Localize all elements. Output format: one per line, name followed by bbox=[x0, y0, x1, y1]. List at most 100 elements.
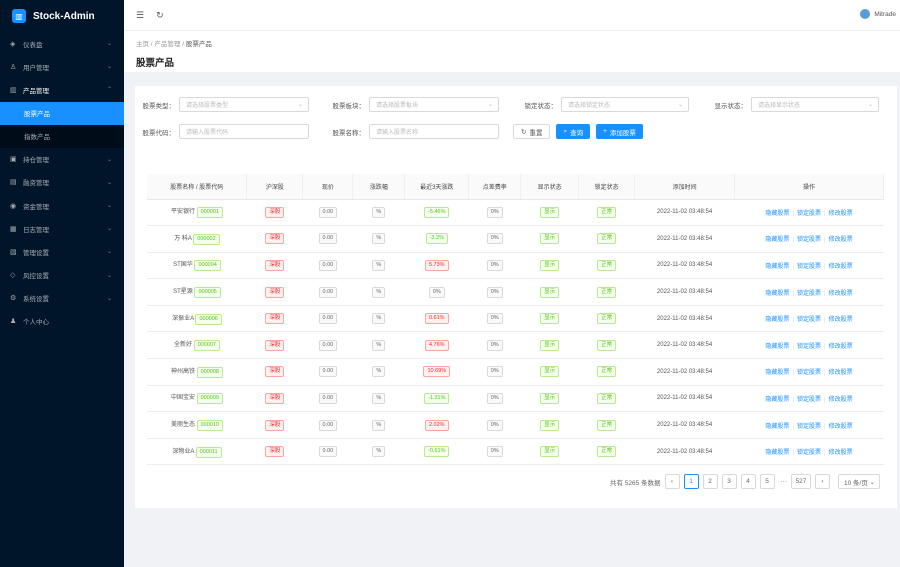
stock-name-cell: 深振业A 000006 bbox=[147, 305, 247, 333]
lock-stock-link[interactable]: 锁定股票 bbox=[797, 211, 821, 217]
actions-cell: 隐藏股票 | 锁定股票 | 修改股票 bbox=[734, 331, 884, 360]
lock-stock-link[interactable]: 锁定股票 bbox=[797, 344, 821, 350]
add-time: 2022-11-02 03:48:54 bbox=[656, 368, 713, 375]
sidebar-item[interactable]: ▦ 日志管理 ⌄ bbox=[0, 217, 124, 240]
change-tag: % bbox=[372, 286, 386, 298]
page-size-select[interactable]: 10 条/页 ⌄ bbox=[838, 474, 880, 489]
chevron-down-icon: ⌄ bbox=[106, 203, 112, 210]
lock-stock-link[interactable]: 锁定股票 bbox=[797, 237, 821, 243]
lock-stock-link[interactable]: 锁定股票 bbox=[797, 291, 821, 297]
query-label: 查询 bbox=[570, 129, 584, 137]
page-button[interactable]: 3 bbox=[721, 474, 737, 489]
hide-stock-link[interactable]: 隐藏股票 bbox=[765, 397, 789, 403]
lock-cell: 正常 bbox=[578, 438, 635, 466]
page-button[interactable]: 4 bbox=[740, 474, 756, 489]
breadcrumb-mid[interactable]: 产品管理 bbox=[154, 41, 180, 48]
breadcrumb-home[interactable]: 主页 bbox=[136, 41, 149, 48]
avatar bbox=[860, 9, 871, 19]
trend-tag: 4.76% bbox=[424, 339, 449, 351]
table-row: 美丽生态 000010 深股 0.00% 2.02% 0% 显示 正常 2022-11-02 … bbox=[147, 411, 884, 439]
stock-table: 股票名称 / 股票代码 沪深股 现价 涨跌幅 最近3天涨跌 点差费率 显示状态 锁定状态 添加时… bbox=[147, 174, 884, 466]
sidebar-item[interactable]: ▤ 融资管理 ⌄ bbox=[0, 171, 124, 194]
market-cell: 深股 bbox=[246, 385, 303, 413]
app-title: Stock-Admin bbox=[33, 10, 95, 22]
edit-stock-link[interactable]: 修改股票 bbox=[829, 424, 853, 430]
sidebar-subitem[interactable]: 股票产品 bbox=[0, 101, 124, 125]
sidebar-item[interactable]: ▣ 持仓管理 ⌄ bbox=[0, 148, 124, 171]
lock-stock-link[interactable]: 锁定股票 bbox=[797, 424, 821, 430]
last-page-button[interactable]: 527 bbox=[791, 474, 811, 489]
plate-select[interactable]: 请选择股票板块 ⌄ bbox=[369, 97, 499, 112]
next-page-button[interactable]: › bbox=[815, 474, 830, 489]
hide-stock-link[interactable]: 隐藏股票 bbox=[765, 424, 789, 430]
lock-label: 锁定状态： bbox=[524, 102, 558, 110]
edit-stock-link[interactable]: 修改股票 bbox=[829, 264, 853, 270]
price-cell: 0.00 bbox=[302, 278, 353, 306]
edit-stock-link[interactable]: 修改股票 bbox=[829, 291, 853, 297]
hide-stock-link[interactable]: 隐藏股票 bbox=[765, 317, 789, 323]
sidebar-item[interactable]: ♟ 个人中心 bbox=[0, 310, 124, 333]
edit-stock-link[interactable]: 修改股票 bbox=[829, 450, 853, 456]
edit-stock-link[interactable]: 修改股票 bbox=[829, 344, 853, 350]
sidebar-item-label: 系统设置 bbox=[23, 296, 49, 304]
show-select[interactable]: 请选择显示状态 ⌄ bbox=[751, 97, 879, 112]
refresh-icon[interactable]: ↻ bbox=[156, 10, 164, 21]
pagination-ellipsis[interactable]: ··· bbox=[781, 478, 788, 485]
menu-fold-icon[interactable]: ☰ bbox=[136, 10, 144, 21]
query-button[interactable]: ⌕ 查询 bbox=[556, 124, 591, 139]
hide-stock-link[interactable]: 隐藏股票 bbox=[765, 264, 789, 270]
page-title: 股票产品 bbox=[136, 58, 175, 69]
edit-stock-link[interactable]: 修改股票 bbox=[829, 370, 853, 376]
lock-select[interactable]: 请选择锁定状态 ⌄ bbox=[561, 97, 689, 112]
market-select[interactable]: 请选择股票类型 ⌄ bbox=[179, 97, 309, 112]
code-input[interactable]: 请输入股票代码 bbox=[179, 124, 309, 139]
lock-stock-link[interactable]: 锁定股票 bbox=[797, 370, 821, 376]
hide-stock-link[interactable]: 隐藏股票 bbox=[765, 291, 789, 297]
app-logo[interactable]: ▥ Stock-Admin bbox=[0, 0, 124, 32]
edit-stock-link[interactable]: 修改股票 bbox=[829, 317, 853, 323]
add-time: 2022-11-02 03:48:54 bbox=[656, 209, 713, 216]
code-placeholder: 请输入股票代码 bbox=[186, 130, 229, 136]
lock-stock-link[interactable]: 锁定股票 bbox=[797, 397, 821, 403]
change-tag: % bbox=[372, 313, 386, 325]
sidebar-item[interactable]: ◉ 资金管理 ⌄ bbox=[0, 194, 124, 217]
total-count: 共有 5265 条数据 bbox=[609, 479, 661, 487]
edit-stock-link[interactable]: 修改股票 bbox=[829, 397, 853, 403]
sidebar-item[interactable]: ⚙ 系统设置 ⌄ bbox=[0, 287, 124, 310]
page-button[interactable]: 2 bbox=[702, 474, 718, 489]
reset-button[interactable]: ↻ 重置 bbox=[513, 124, 551, 139]
hide-stock-link[interactable]: 隐藏股票 bbox=[765, 344, 789, 350]
sidebar-item[interactable]: ▥ 产品管理 ⌃ bbox=[0, 78, 124, 101]
prev-page-button[interactable]: ‹ bbox=[664, 474, 680, 489]
page-button[interactable]: 1 bbox=[683, 474, 699, 489]
actions-cell: 隐藏股票 | 锁定股票 | 修改股票 bbox=[734, 438, 884, 466]
sidebar-item[interactable]: ▧ 管理设置 ⌄ bbox=[0, 240, 124, 263]
lock-status-tag: 正常 bbox=[597, 286, 617, 298]
show-cell: 显示 bbox=[520, 331, 579, 360]
spread-tag: 0% bbox=[486, 206, 503, 218]
lock-stock-link[interactable]: 锁定股票 bbox=[797, 450, 821, 456]
sidebar-subitem[interactable]: 指数产品 bbox=[0, 125, 124, 148]
sidebar-item[interactable]: ◇ 风控设置 ⌄ bbox=[0, 264, 124, 287]
hide-stock-link[interactable]: 隐藏股票 bbox=[765, 237, 789, 243]
trend-cell: -5.46% bbox=[404, 199, 469, 227]
edit-stock-link[interactable]: 修改股票 bbox=[829, 211, 853, 217]
hide-stock-link[interactable]: 隐藏股票 bbox=[765, 211, 789, 217]
sidebar-item[interactable]: ◈ 仪表盘 ⌄ bbox=[0, 32, 124, 55]
hide-stock-link[interactable]: 隐藏股票 bbox=[765, 370, 789, 376]
name-input[interactable]: 请输入股票名称 bbox=[369, 124, 499, 139]
page-button[interactable]: 5 bbox=[759, 474, 775, 489]
edit-stock-link[interactable]: 修改股票 bbox=[829, 237, 853, 243]
lock-stock-link[interactable]: 锁定股票 bbox=[797, 264, 821, 270]
sidebar-item[interactable]: ♙ 用户管理 ⌄ bbox=[0, 55, 124, 78]
stock-code-tag: 000006 bbox=[195, 313, 222, 325]
hide-stock-link[interactable]: 隐藏股票 bbox=[765, 450, 789, 456]
chevron-down-icon: ⌄ bbox=[297, 102, 303, 108]
show-status-tag: 显示 bbox=[540, 419, 560, 431]
market-cell: 深股 bbox=[246, 438, 303, 466]
market-tag: 深股 bbox=[265, 286, 285, 298]
lock-stock-link[interactable]: 锁定股票 bbox=[797, 317, 821, 323]
user-menu[interactable]: Mitrade bbox=[860, 9, 896, 19]
add-stock-button[interactable]: + 添加股票 bbox=[596, 124, 643, 139]
add-time: 2022-11-02 03:48:54 bbox=[656, 342, 713, 349]
